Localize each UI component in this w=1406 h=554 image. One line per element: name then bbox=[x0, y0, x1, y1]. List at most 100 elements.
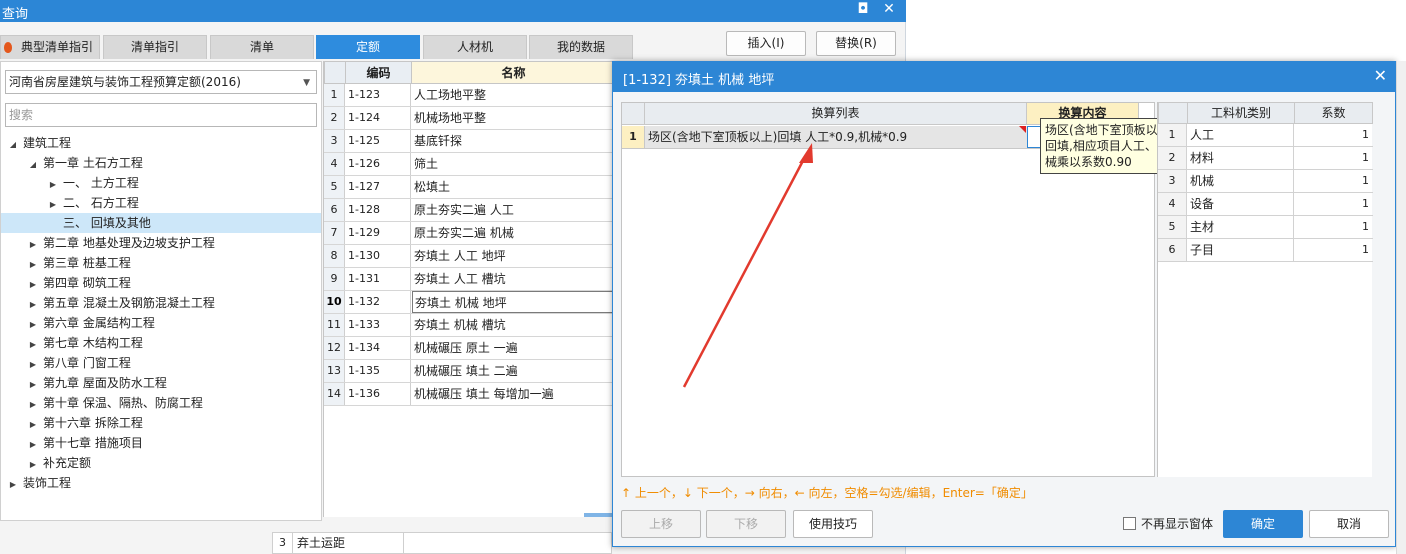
ok-button[interactable]: 确定 bbox=[1223, 510, 1303, 538]
tree-node[interactable]: ▶ 第七章 木结构工程 bbox=[1, 333, 321, 353]
table-row[interactable]: 10 1-132 夯填土 机械 地坪 bbox=[324, 291, 616, 314]
search-input[interactable]: 搜索 bbox=[5, 103, 317, 127]
table-row[interactable]: 12 1-134 机械碾压 原土 一遍 bbox=[324, 337, 616, 360]
tree-node[interactable]: ▶ 一、 土方工程 bbox=[1, 173, 321, 193]
tab-label: 定额 bbox=[355, 40, 380, 54]
table-row[interactable]: 6 子目 1 bbox=[1158, 239, 1373, 262]
table-row[interactable]: 5 主材 1 bbox=[1158, 216, 1373, 239]
quota-name: 机械碾压 填土 二遍 bbox=[414, 364, 518, 378]
tree-node-label: 第一章 土石方工程 bbox=[43, 156, 143, 170]
table-row[interactable]: 2 材料 1 bbox=[1158, 147, 1373, 170]
insert-button[interactable]: 插入(I) bbox=[726, 31, 806, 56]
caret-right-icon[interactable]: ▶ bbox=[27, 315, 39, 335]
horizontal-scrollbar[interactable] bbox=[584, 513, 614, 517]
caret-right-icon[interactable]: ▶ bbox=[27, 295, 39, 315]
tab-bill[interactable]: 清单 bbox=[210, 35, 314, 59]
table-row[interactable]: 2 1-124 机械场地平整 bbox=[324, 107, 616, 130]
tree-node-label: 第十七章 措施项目 bbox=[43, 436, 143, 450]
caret-down-icon[interactable]: ◢ bbox=[27, 155, 39, 175]
tree-node[interactable]: ▶ 第八章 门窗工程 bbox=[1, 353, 321, 373]
category-name: 机械 bbox=[1188, 170, 1294, 192]
table-row[interactable]: 3 1-125 基底钎探 bbox=[324, 130, 616, 153]
column-header-name[interactable]: 名称 bbox=[411, 61, 616, 84]
caret-right-icon[interactable]: ▶ bbox=[27, 415, 39, 435]
tree-node[interactable]: ▶ 二、 石方工程 bbox=[1, 193, 321, 213]
tree-node[interactable]: ▶ 第六章 金属结构工程 bbox=[1, 313, 321, 333]
row-index: 4 bbox=[1158, 193, 1187, 215]
quota-name: 人工场地平整 bbox=[414, 88, 487, 102]
tab-my-data[interactable]: 我的数据 bbox=[529, 35, 633, 59]
tab-quota[interactable]: 定额 bbox=[316, 35, 420, 59]
row-index: 7 bbox=[324, 222, 345, 244]
caret-right-icon[interactable]: ▶ bbox=[27, 435, 39, 455]
table-row[interactable]: 4 设备 1 bbox=[1158, 193, 1373, 216]
tab-typical-bill-guide[interactable]: 典型清单指引 bbox=[0, 35, 100, 59]
quota-code: 1-133 bbox=[346, 314, 411, 336]
tree-node[interactable]: ▶ 第三章 桩基工程 bbox=[1, 253, 321, 273]
column-header-coefficient[interactable]: 系数 bbox=[1294, 102, 1373, 124]
table-row[interactable]: 14 1-136 机械碾压 填土 每增加一遍 bbox=[324, 383, 616, 406]
move-up-button[interactable]: 上移 bbox=[621, 510, 701, 538]
quota-name: 机械场地平整 bbox=[414, 111, 487, 125]
caret-right-icon[interactable]: ▶ bbox=[7, 475, 19, 495]
column-header-category[interactable]: 工料机类别 bbox=[1187, 102, 1295, 124]
table-row[interactable]: 3 弃土运距 bbox=[272, 532, 612, 554]
tree-node-label: 三、 回填及其他 bbox=[63, 216, 151, 230]
tree-node[interactable]: ▶ 第十七章 措施项目 bbox=[1, 433, 321, 453]
tree-node[interactable]: ▶ 第九章 屋面及防水工程 bbox=[1, 373, 321, 393]
replace-button[interactable]: 替换(R) bbox=[816, 31, 896, 56]
caret-right-icon[interactable]: ▶ bbox=[27, 375, 39, 395]
tree-node[interactable]: ▶ 补充定额 bbox=[1, 453, 321, 473]
cancel-button[interactable]: 取消 bbox=[1309, 510, 1389, 538]
dataset-select[interactable]: 河南省房屋建筑与装饰工程预算定额(2016) ▼ bbox=[5, 70, 317, 94]
table-row[interactable]: 1 人工 1 bbox=[1158, 124, 1373, 147]
row-index: 10 bbox=[324, 291, 345, 313]
move-down-button[interactable]: 下移 bbox=[706, 510, 786, 538]
caret-right-icon[interactable]: ▶ bbox=[47, 195, 59, 215]
table-row[interactable]: 1 1-123 人工场地平整 bbox=[324, 84, 616, 107]
tree-node[interactable]: ▶ 第四章 砌筑工程 bbox=[1, 273, 321, 293]
tree-node[interactable]: ▶ 第二章 地基处理及边坡支护工程 bbox=[1, 233, 321, 253]
caret-right-icon[interactable]: ▶ bbox=[27, 255, 39, 275]
table-row[interactable]: 11 1-133 夯填土 机械 槽坑 bbox=[324, 314, 616, 337]
row-index: 3 bbox=[1158, 170, 1187, 192]
caret-right-icon[interactable]: ▶ bbox=[27, 455, 39, 475]
usage-tips-button[interactable]: 使用技巧 bbox=[793, 510, 873, 538]
category-name: 材料 bbox=[1188, 147, 1294, 169]
column-header-code[interactable]: 编码 bbox=[345, 61, 412, 84]
tree-node[interactable]: ◢ 第一章 土石方工程 bbox=[1, 153, 321, 173]
caret-right-icon[interactable]: ▶ bbox=[27, 235, 39, 255]
caret-right-icon[interactable]: ▶ bbox=[27, 395, 39, 415]
tree-node[interactable]: ◢ 建筑工程 bbox=[1, 133, 321, 153]
tab-labor-material-machine[interactable]: 人材机 bbox=[423, 35, 527, 59]
tab-label: 人材机 bbox=[456, 40, 493, 54]
table-row[interactable]: 4 1-126 筛土 bbox=[324, 153, 616, 176]
vertical-scrollbar[interactable] bbox=[1396, 61, 1406, 554]
table-row[interactable]: 6 1-128 原土夯实二遍 人工 bbox=[324, 199, 616, 222]
close-icon[interactable]: ✕ bbox=[1374, 66, 1387, 85]
restore-icon[interactable]: ◘ bbox=[854, 1, 872, 17]
row-index: 6 bbox=[1158, 239, 1187, 261]
caret-down-icon[interactable]: ◢ bbox=[7, 135, 19, 155]
tree-node[interactable]: ▶ 第十六章 拆除工程 bbox=[1, 413, 321, 433]
table-row[interactable]: 5 1-127 松填土 bbox=[324, 176, 616, 199]
table-row[interactable]: 9 1-131 夯填土 人工 槽坑 bbox=[324, 268, 616, 291]
tree-node[interactable]: ▶ 第五章 混凝土及钢筋混凝土工程 bbox=[1, 293, 321, 313]
tree-node[interactable]: ▶ 装饰工程 bbox=[1, 473, 321, 493]
caret-right-icon[interactable]: ▶ bbox=[27, 335, 39, 355]
coefficient-value: 1 bbox=[1362, 220, 1369, 233]
table-row[interactable]: 13 1-135 机械碾压 填土 二遍 bbox=[324, 360, 616, 383]
tree-node-label: 二、 石方工程 bbox=[63, 196, 139, 210]
table-row[interactable]: 7 1-129 原土夯实二遍 机械 bbox=[324, 222, 616, 245]
table-row[interactable]: 3 机械 1 bbox=[1158, 170, 1373, 193]
caret-right-icon[interactable]: ▶ bbox=[27, 275, 39, 295]
caret-right-icon[interactable]: ▶ bbox=[27, 355, 39, 375]
close-icon[interactable]: ✕ bbox=[880, 1, 898, 17]
tree-node[interactable]: 三、 回填及其他 bbox=[1, 213, 321, 233]
tree-node[interactable]: ▶ 第十章 保温、隔热、防腐工程 bbox=[1, 393, 321, 413]
no-show-checkbox[interactable] bbox=[1123, 517, 1136, 530]
table-row[interactable]: 8 1-130 夯填土 人工 地坪 bbox=[324, 245, 616, 268]
column-divider bbox=[403, 533, 404, 553]
caret-right-icon[interactable]: ▶ bbox=[47, 175, 59, 195]
tab-bill-guide[interactable]: 清单指引 bbox=[103, 35, 207, 59]
